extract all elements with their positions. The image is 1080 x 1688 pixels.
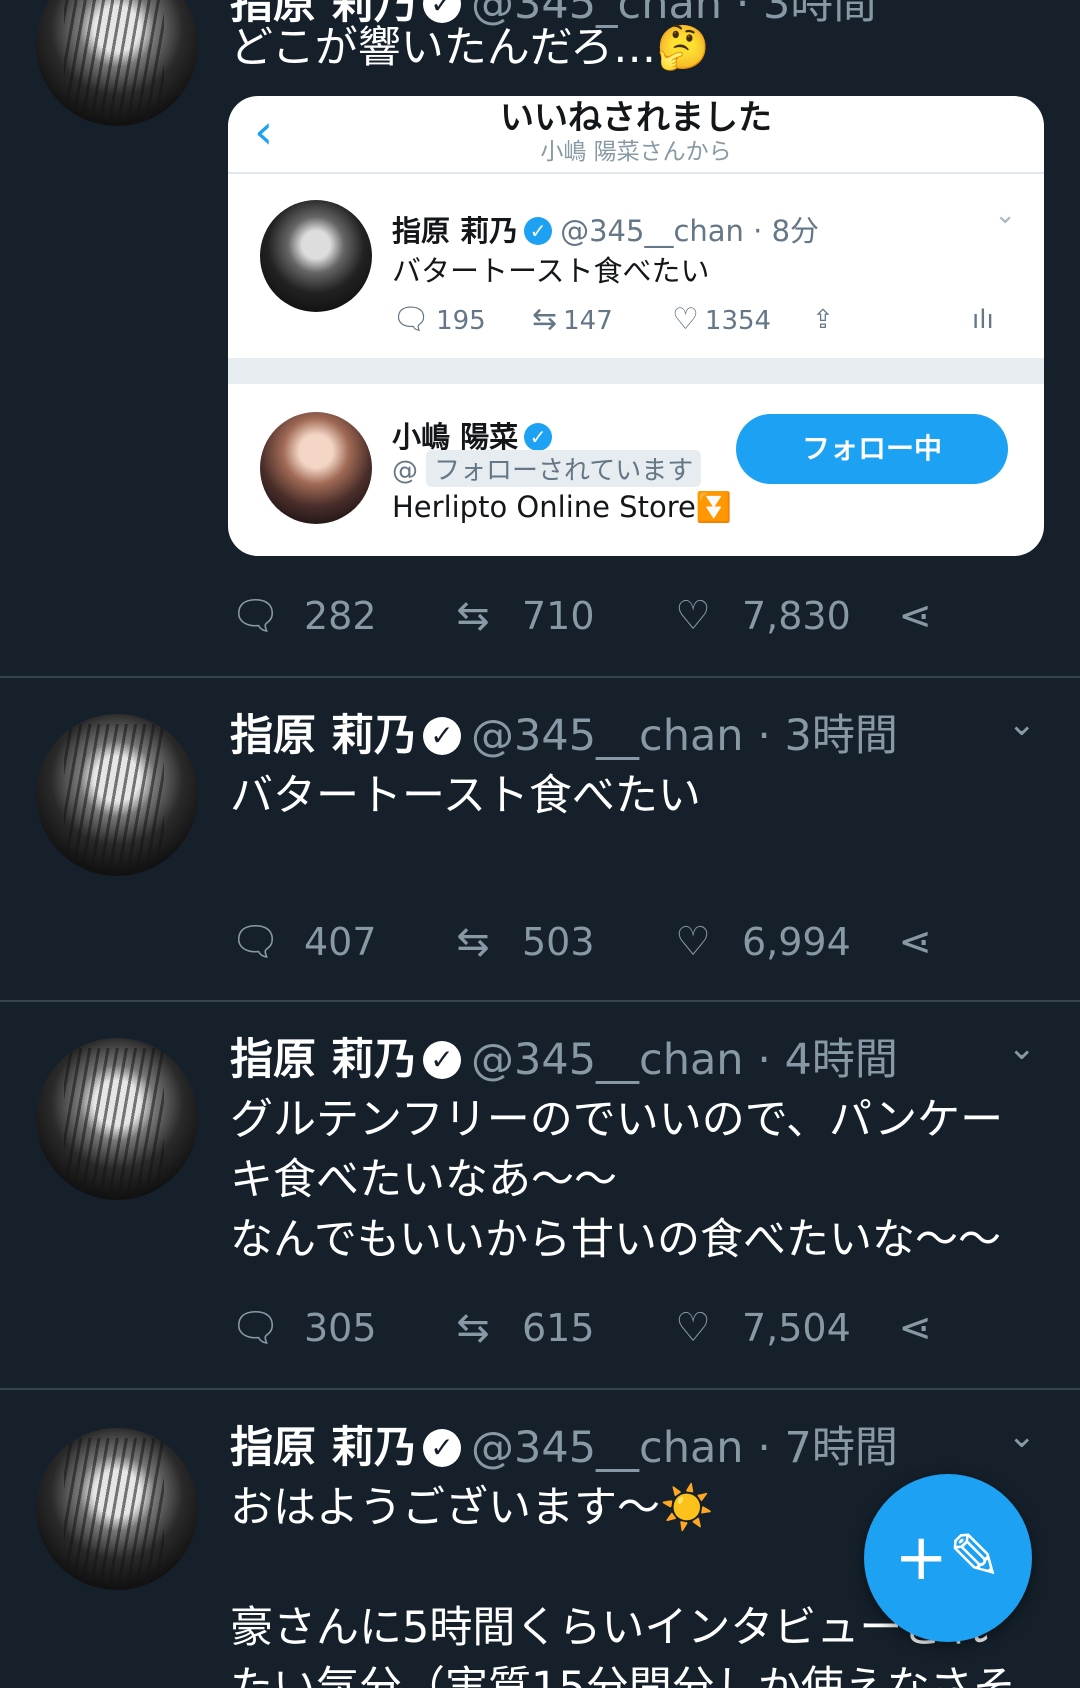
chevron-down-icon[interactable]: ⌄ — [1008, 704, 1037, 744]
reply-button[interactable]: 🗨 305 — [230, 1298, 377, 1358]
count: 147 — [563, 306, 613, 336]
verified-badge-icon: ✓ — [524, 217, 553, 245]
embedded-tweet-header: 指原 莉乃 ✓ @345__chan · 8分 — [392, 208, 819, 250]
reply-icon: 🗨 — [230, 919, 281, 965]
tweet-text-line: キ食べたいなあ〜〜 — [230, 1155, 617, 1205]
user-bio: Herlipto Online Store⏬ — [392, 490, 732, 524]
retweet-button[interactable]: ⇆ 615 — [448, 1298, 595, 1358]
like-count: ♡ 1354 — [672, 298, 771, 343]
tweet-header: 指原 莉乃 ✓ @345__chan · 4時間 — [230, 1032, 898, 1088]
section-gap — [228, 358, 1044, 384]
author-handle-time: @345__chan · 4時間 — [470, 1035, 898, 1085]
avatar[interactable] — [36, 1038, 198, 1200]
tweet-1[interactable]: 指原 莉乃 ✓ @345_chan · 3時間 どこが響いたんだろ…🤔 ‹ いいねさ… — [0, 0, 1080, 676]
avatar — [260, 200, 372, 312]
heart-icon: ♡ — [675, 593, 711, 639]
avatar[interactable] — [36, 0, 198, 126]
retweet-button[interactable]: ⇆ 710 — [448, 586, 595, 646]
tweet-3[interactable]: 指原 莉乃 ✓ @345__chan · 4時間 ⌄ グルテンフリーのでいいので、パ… — [0, 1002, 1080, 1388]
retweet-icon: ⇆ — [456, 919, 490, 965]
share-button[interactable]: ⋖ — [890, 912, 964, 972]
tweet-text-line: グルテンフリーのでいいので、パンケー — [230, 1095, 1004, 1145]
like-count: 7,830 — [742, 594, 851, 638]
chevron-down-icon: ⌄ — [994, 200, 1016, 230]
following-button: フォロー中 — [736, 414, 1008, 484]
verified-badge-icon: ✓ — [524, 423, 553, 451]
reply-count: 407 — [304, 920, 377, 964]
user-name: 小嶋 陽菜 — [392, 420, 519, 454]
heart-icon: ♡ — [675, 1305, 711, 1351]
embedded-tweet-text: バタートースト食べたい — [392, 254, 710, 288]
analytics-icon: ılı — [972, 305, 994, 335]
avatar — [260, 412, 372, 524]
retweet-icon: ⇆ — [456, 1305, 490, 1351]
reply-count: 282 — [304, 594, 377, 638]
reply-count: 305 — [304, 1306, 377, 1350]
quoted-screenshot-card[interactable]: ‹ いいねされました 小嶋 陽菜さんから 指原 莉乃 ✓ @345__chan · … — [228, 96, 1044, 556]
heart-icon: ♡ — [675, 919, 711, 965]
share-icon: ⋖ — [898, 919, 932, 965]
like-button[interactable]: ♡ 7,830 — [668, 586, 851, 646]
user-handle: @ — [392, 456, 418, 486]
share-icon: ⋖ — [898, 593, 932, 639]
card-subtitle: 小嶋 陽菜さんから — [540, 139, 732, 165]
author-name[interactable]: 指原 莉乃 — [230, 1035, 417, 1085]
like-count: 7,504 — [742, 1306, 851, 1350]
heart-icon: ♡ — [672, 302, 699, 337]
retweet-count: 710 — [522, 594, 595, 638]
divider — [228, 172, 1044, 174]
reply-icon: 🗨 — [392, 302, 431, 337]
reply-button[interactable]: 🗨 282 — [230, 586, 377, 646]
tweet-text: グルテンフリーのでいいので、パンケー キ食べたいなあ〜〜 なんでもいいから甘いの… — [230, 1090, 1050, 1270]
share-icon: ⋖ — [898, 1305, 932, 1351]
compose-tweet-icon: +✎ — [894, 1521, 1002, 1595]
action-bar: 🗨 407 ⇆ 503 ♡ 6,994 ⋖ — [230, 912, 950, 972]
user-handle-row: @ フォローされています — [392, 450, 702, 487]
retweet-icon: ⇆ — [532, 302, 558, 337]
author-handle-time: @345__chan · 8分 — [560, 214, 820, 248]
retweet-icon: ⇆ — [456, 593, 490, 639]
retweet-count: 615 — [522, 1306, 595, 1350]
verified-badge-icon: ✓ — [422, 716, 461, 755]
reply-icon: 🗨 — [230, 1305, 281, 1351]
author-handle-time: @345__chan · 3時間 — [470, 711, 898, 761]
upload-icon: ⇪ — [812, 305, 834, 335]
tweet-header: 指原 莉乃 ✓ @345__chan · 3時間 — [230, 708, 898, 764]
reply-button[interactable]: 🗨 407 — [230, 912, 377, 972]
chevron-down-icon[interactable]: ⌄ — [1008, 1028, 1037, 1068]
tweet-text: どこが響いたんだろ…🤔 — [230, 23, 710, 73]
like-count: 6,994 — [742, 920, 851, 964]
embedded-action-bar: 🗨 195 ⇆ 147 ♡ 1354 ⇪ ılı — [392, 298, 1012, 342]
tweet-text: バタートースト食べたい — [230, 771, 701, 821]
avatar[interactable] — [36, 1428, 198, 1590]
count: 1354 — [704, 306, 772, 336]
compose-tweet-button[interactable]: +✎ — [864, 1474, 1032, 1642]
retweet-button[interactable]: ⇆ 503 — [448, 912, 595, 972]
reply-count: 🗨 195 — [392, 298, 486, 343]
share-button[interactable]: ⋖ — [890, 1298, 964, 1358]
tweet-text-line: なんでもいいから甘いの食べたいな〜〜 — [230, 1215, 1001, 1265]
chevron-down-icon[interactable]: ⌄ — [1008, 1416, 1037, 1456]
tweet-header: 指原 莉乃 ✓ @345__chan · 7時間 — [230, 1420, 898, 1476]
tweet-2[interactable]: 指原 莉乃 ✓ @345__chan · 3時間 ⌄ バタートースト食べたい 🗨 40… — [0, 678, 1080, 1000]
author-name[interactable]: 指原 莉乃 — [230, 711, 417, 761]
count: 195 — [436, 306, 486, 336]
retweet-count: ⇆ 147 — [532, 298, 613, 343]
action-bar: 🗨 305 ⇆ 615 ♡ 7,504 ⋖ — [230, 1298, 950, 1358]
author-name[interactable]: 指原 莉乃 — [230, 1423, 417, 1473]
like-button[interactable]: ♡ 7,504 — [668, 1298, 851, 1358]
verified-badge-icon: ✓ — [422, 1040, 461, 1079]
follows-you-badge: フォローされています — [426, 450, 702, 487]
verified-badge-icon: ✓ — [422, 1428, 461, 1467]
avatar[interactable] — [36, 714, 198, 876]
action-bar: 🗨 282 ⇆ 710 ♡ 7,830 ⋖ — [230, 586, 950, 646]
reply-icon: 🗨 — [230, 593, 281, 639]
tweet-text-line: たい気分（実質15分間分しか使えなさそ — [230, 1663, 1016, 1688]
share-button[interactable]: ⋖ — [890, 586, 964, 646]
author-name: 指原 莉乃 — [392, 214, 519, 248]
retweet-count: 503 — [522, 920, 595, 964]
like-button[interactable]: ♡ 6,994 — [668, 912, 851, 972]
author-handle-time: @345__chan · 7時間 — [470, 1423, 898, 1473]
